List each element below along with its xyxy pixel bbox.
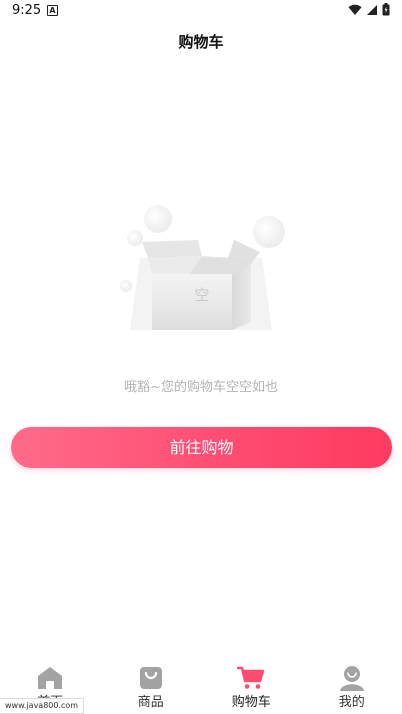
- empty-cart-message: 哦豁~您的购物车空空如也: [124, 380, 278, 395]
- nav-item-mine[interactable]: 我的: [302, 660, 402, 714]
- status-bar: 9:25 A: [0, 0, 402, 22]
- watermark-label: www.java800.com: [0, 698, 85, 714]
- notification-a-icon: A: [47, 5, 58, 16]
- wifi-icon: [348, 4, 362, 15]
- nav-label-mine: 我的: [338, 695, 365, 710]
- go-shopping-button[interactable]: 前往购物: [11, 427, 392, 468]
- status-icons: [348, 3, 390, 16]
- nav-label-cart: 购物车: [231, 695, 271, 710]
- nav-item-products[interactable]: 商品: [101, 660, 202, 714]
- status-time: 9:25: [12, 3, 42, 18]
- nav-label-products: 商品: [137, 695, 164, 710]
- user-icon: [339, 666, 364, 691]
- empty-cart-box-illustration: 空: [120, 205, 285, 330]
- battery-icon: [382, 3, 390, 16]
- cart-icon: [237, 666, 265, 689]
- signal-icon: [367, 4, 377, 15]
- box-empty-glyph: 空: [194, 286, 209, 304]
- home-icon: [38, 667, 63, 689]
- cart-screen: 9:25 A 购物车 空 哦豁~您的购物车空空如也 前往购物 商品 购物车 我的…: [0, 0, 402, 714]
- nav-item-cart[interactable]: 购物车: [201, 660, 302, 714]
- page-title: 购物车: [178, 33, 224, 51]
- shopping-bag-icon: [139, 667, 162, 689]
